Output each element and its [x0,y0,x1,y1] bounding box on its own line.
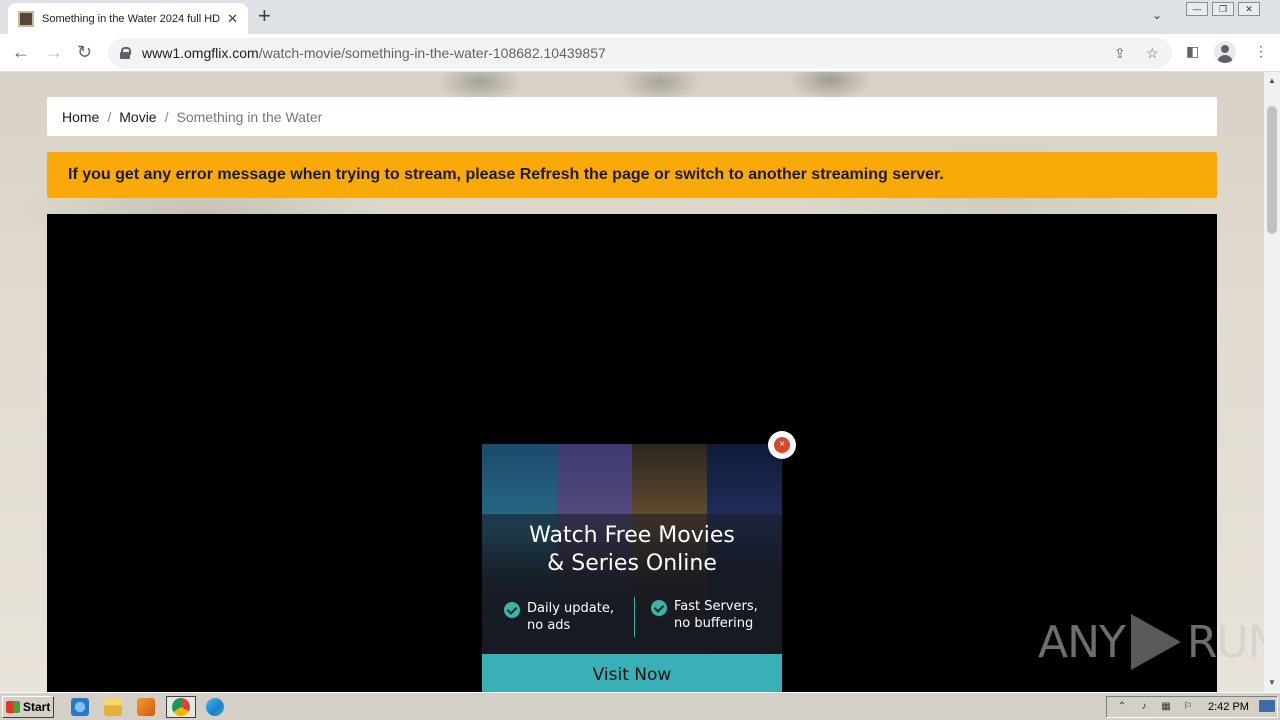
file-explorer-icon[interactable] [104,698,122,716]
ad-headline: Watch Free Movies & Series Online [482,522,782,578]
anyrun-watermark: ANY RUN [1038,612,1280,672]
ad-feature-daily: Daily update, no ads [504,600,614,634]
play-triangle-icon [1130,614,1181,670]
url-host: www1.omgflix.com [142,45,259,61]
window-controls: — ❐ ✕ [1182,2,1260,16]
share-icon[interactable]: ⇪ [1114,45,1126,62]
feature-divider [634,597,635,637]
scroll-down-arrow-icon[interactable]: ▼ [1264,678,1280,687]
close-icon: × [779,439,785,450]
visit-now-button[interactable]: Visit Now [482,654,782,692]
browser-toolbar: ← → ↻ www1.omgflix.com/watch-movie/somet… [0,34,1280,72]
ad-close-button[interactable]: × [768,431,796,459]
page-scrollbar[interactable]: ▲ ▼ [1264,72,1280,692]
url-text[interactable]: www1.omgflix.com/watch-movie/something-i… [142,45,606,61]
ad-feature-servers: Fast Servers, no buffering [651,598,758,632]
reload-button[interactable]: ↻ [77,42,92,62]
breadcrumb-movie-link[interactable]: Movie [119,109,156,125]
browser-tab-strip: Something in the Water 2024 full HD ✕ + … [0,0,1280,34]
scrollbar-thumb[interactable] [1267,106,1277,234]
check-circle-icon [504,602,520,618]
ad-headline-line1: Watch Free Movies [529,523,735,548]
new-tab-button[interactable]: + [258,5,271,27]
watermark-text-left: ANY [1038,616,1126,668]
side-panel-icon[interactable]: ◧ [1186,43,1199,60]
browser-tab-active[interactable]: Something in the Water 2024 full HD ✕ [8,3,248,34]
browser-menu-icon[interactable]: ⋮ [1254,43,1268,60]
windows-taskbar: Start ⌃ ♪ ▦ ⚐ 2:42 PM [0,692,1280,720]
breadcrumb-separator: / [107,108,112,125]
tab-search-chevron-icon[interactable]: ⌄ [1152,8,1162,22]
feature-text: no buffering [674,616,754,631]
url-path: /watch-movie/something-in-the-water-1086… [258,45,606,61]
close-window-button[interactable]: ✕ [1238,2,1260,16]
tab-title: Something in the Water 2024 full HD [42,12,221,25]
breadcrumb-separator: / [164,108,169,125]
film-favicon-icon [18,10,34,27]
network-icon[interactable]: ▦ [1159,701,1173,713]
forward-button[interactable]: → [45,42,63,62]
internet-explorer-icon[interactable] [71,698,89,716]
feature-text: Daily update, [527,601,614,616]
back-button[interactable]: ← [12,42,30,62]
breadcrumb-current: Something in the Water [176,108,323,125]
profile-avatar-icon[interactable] [1214,41,1236,63]
check-circle-icon [651,600,667,616]
tray-expand-icon[interactable]: ⌃ [1115,701,1129,713]
scroll-up-arrow-icon[interactable]: ▲ [1264,76,1280,85]
restore-button[interactable]: ❐ [1212,2,1234,16]
show-desktop-icon[interactable] [1259,700,1275,712]
address-bar[interactable]: www1.omgflix.com/watch-movie/something-i… [108,38,1172,68]
windows-logo-icon [6,701,20,713]
feature-text: Fast Servers, [674,599,758,614]
system-tray: ⌃ ♪ ▦ ⚐ [1106,696,1278,718]
action-center-flag-icon[interactable]: ⚐ [1181,701,1195,713]
ad-popup[interactable]: Watch Free Movies & Series Online Daily … [482,444,782,692]
tab-close-icon[interactable]: ✕ [227,11,238,27]
breadcrumb-home-link[interactable]: Home [62,109,99,125]
bookmark-star-icon[interactable]: ☆ [1146,45,1159,62]
media-player-icon[interactable] [137,698,155,716]
streaming-error-alert: If you get any error message when trying… [47,152,1217,198]
lock-icon[interactable] [120,47,131,59]
minimize-button[interactable]: — [1186,2,1208,16]
volume-icon[interactable]: ♪ [1137,701,1151,713]
start-button[interactable]: Start [2,696,54,718]
clock[interactable]: 2:42 PM [1208,701,1249,713]
ad-headline-line2: & Series Online [547,551,717,576]
edge-icon[interactable] [206,698,224,716]
chrome-icon [172,698,190,716]
start-label: Start [23,700,51,714]
feature-text: no ads [527,618,571,633]
breadcrumb: Home / Movie / Something in the Water [47,97,1217,136]
